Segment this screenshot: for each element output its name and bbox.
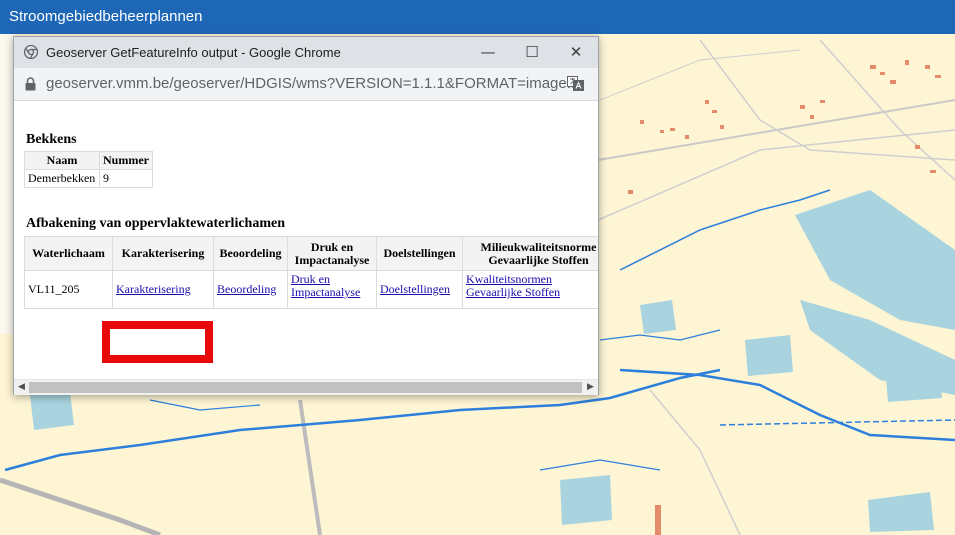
cell-naam: Demerbekken (24, 169, 100, 188)
druk-link-line1[interactable]: Druk en (291, 272, 330, 286)
doelstellingen-link[interactable]: Doelstellingen (380, 282, 450, 296)
druk-header-line1: Druk en (310, 239, 354, 254)
url-text[interactable]: geoserver.vmm.be/geoserver/HDGIS/wms?VER… (46, 68, 579, 100)
pond-5 (30, 392, 74, 430)
translate-icon[interactable] (567, 76, 584, 91)
popup-content: Bekkens Naam Nummer Demerbekken 9 Afbake… (14, 101, 598, 379)
cell-milieu: Kwaliteitsnormen Gevaarlijke Stoffen (462, 270, 598, 309)
column-header-waterlichaam: Waterlichaam (24, 236, 113, 271)
milieu-header-line1: Milieukwaliteitsnorme (480, 239, 597, 254)
close-button[interactable]: ✕ (554, 37, 598, 68)
chrome-logo-icon (24, 45, 38, 59)
popup-titlebar[interactable]: Geoserver GetFeatureInfo output - Google… (14, 37, 598, 68)
popup-title: Geoserver GetFeatureInfo output - Google… (46, 45, 341, 60)
maximize-button[interactable]: ☐ (510, 37, 554, 68)
druk-impactanalyse-link[interactable]: Druk en Impactanalyse (291, 272, 360, 299)
milieu-link-line1[interactable]: Kwaliteitsnormen (466, 272, 552, 286)
column-header-doelstellingen: Doelstellingen (376, 236, 463, 271)
column-header-milieu: Milieukwaliteitsnorme Gevaarlijke Stoffe… (462, 236, 598, 271)
kwaliteitsnormen-link[interactable]: Kwaliteitsnormen Gevaarlijke Stoffen (466, 272, 560, 299)
karakterisering-link[interactable]: Karakterisering (116, 282, 191, 296)
table-row: VL11_205 Karakterisering Beoordeling Dru… (24, 270, 598, 309)
highlight-box (102, 321, 213, 363)
column-header-nummer: Nummer (99, 151, 153, 170)
minimize-button[interactable]: — (466, 37, 510, 68)
cell-beoordeling: Beoordeling (213, 270, 288, 309)
cell-nummer: 9 (99, 169, 153, 188)
column-header-naam: Naam (24, 151, 100, 170)
popup-window[interactable]: Geoserver GetFeatureInfo output - Google… (13, 36, 599, 395)
milieu-link-line2[interactable]: Gevaarlijke Stoffen (466, 285, 560, 299)
table-row: Demerbekken 9 (24, 169, 153, 188)
scroll-left-arrow-icon[interactable]: ◀ (14, 380, 29, 395)
app-header: Stroomgebiedbeheerplannen (0, 0, 955, 34)
milieu-header-line2: Gevaarlijke Stoffen (488, 252, 589, 267)
pond-3 (885, 360, 942, 402)
bekkens-table: Naam Nummer Demerbekken 9 (24, 151, 153, 188)
map-controls-strip[interactable] (0, 34, 13, 334)
pond-6 (560, 475, 612, 525)
address-bar[interactable]: geoserver.vmm.be/geoserver/HDGIS/wms?VER… (14, 68, 598, 101)
app-title: Stroomgebiedbeheerplannen (9, 8, 203, 25)
bekkens-heading: Bekkens (26, 132, 77, 147)
beoordeling-link[interactable]: Beoordeling (217, 282, 276, 296)
column-header-karakterisering: Karakterisering (112, 236, 214, 271)
cell-druk: Druk en Impactanalyse (287, 270, 377, 309)
horizontal-scrollbar[interactable]: ◀ ▶ (14, 379, 598, 395)
cell-doelstellingen: Doelstellingen (376, 270, 463, 309)
column-header-druk: Druk en Impactanalyse (287, 236, 377, 271)
cell-waterlichaam: VL11_205 (24, 270, 113, 309)
afbakening-heading: Afbakening van oppervlaktewaterlichamen (26, 216, 285, 231)
scroll-right-arrow-icon[interactable]: ▶ (583, 380, 598, 395)
cell-karakterisering: Karakterisering (112, 270, 214, 309)
pond-1 (640, 300, 676, 334)
lock-icon[interactable] (25, 77, 36, 91)
column-header-beoordeling: Beoordeling (213, 236, 288, 271)
druk-link-line2[interactable]: Impactanalyse (291, 285, 360, 299)
pond-2 (745, 335, 793, 376)
afbakening-table: Waterlichaam Karakterisering Beoordeling… (24, 236, 598, 309)
scrollbar-thumb[interactable] (29, 382, 582, 393)
druk-header-line2: Impactanalyse (294, 252, 370, 267)
